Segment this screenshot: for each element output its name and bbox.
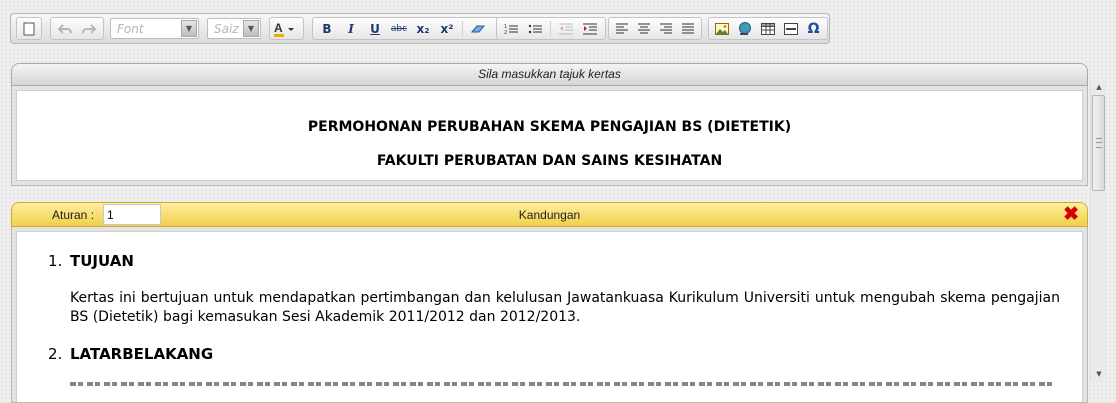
vertical-scrollbar[interactable]: ▲ ▼: [1090, 80, 1106, 381]
history-group: [50, 17, 104, 40]
svg-text:A: A: [274, 21, 283, 35]
indent-icon[interactable]: [579, 19, 601, 38]
paper-title-line-1: PERMOHONAN PERUBAHAN SKEMA PENGAJIAN BS …: [307, 119, 792, 135]
chevron-down-icon[interactable]: ▼: [181, 20, 197, 37]
subscript-button[interactable]: x₂: [412, 19, 434, 38]
eraser-icon[interactable]: [467, 19, 489, 38]
content-editor[interactable]: 1. TUJUAN Kertas ini bertujuan untuk mend…: [16, 231, 1083, 402]
scrollbar-thumb[interactable]: [1092, 95, 1105, 191]
title-section: PERMOHONAN PERUBAHAN SKEMA PENGAJIAN BS …: [11, 86, 1088, 186]
section-paragraph: Kertas ini bertujuan untuk mendapatkan p…: [70, 290, 1060, 325]
scroll-up-icon[interactable]: ▲: [1091, 80, 1107, 94]
ordered-list-icon[interactable]: 12: [500, 19, 522, 38]
strikethrough-button[interactable]: abc: [388, 19, 410, 38]
omega-icon[interactable]: Ω: [803, 19, 824, 38]
grip-icon: [1096, 138, 1102, 148]
align-right-icon[interactable]: [656, 19, 676, 38]
font-combo-placeholder: Font: [117, 21, 144, 36]
undo-icon[interactable]: [54, 19, 76, 38]
format-group: B I U abc x₂ x²: [312, 17, 502, 40]
new-doc-group: [16, 17, 42, 40]
font-size-combo[interactable]: Saiz ▼: [207, 18, 261, 39]
section-heading-text: LATARBELAKANG: [70, 345, 214, 363]
section-heading-text: TUJUAN: [70, 252, 134, 270]
toolbar-separator: [462, 21, 463, 36]
insert-group: Ω: [708, 17, 828, 40]
insert-link-icon[interactable]: [735, 19, 756, 38]
scroll-down-icon[interactable]: ▼: [1091, 367, 1107, 381]
close-x-icon[interactable]: ✖: [1063, 204, 1079, 225]
svg-text:2: 2: [504, 30, 507, 35]
title-editor[interactable]: PERMOHONAN PERUBAHAN SKEMA PENGAJIAN BS …: [16, 90, 1083, 181]
toolbar-separator: [550, 21, 551, 36]
horizontal-rule-icon[interactable]: [780, 19, 801, 38]
unordered-list-icon[interactable]: [524, 19, 546, 38]
title-section-header: Sila masukkan tajuk kertas: [11, 63, 1088, 86]
align-center-icon[interactable]: [634, 19, 654, 38]
content-section: 1. TUJUAN Kertas ini bertujuan untuk mend…: [11, 227, 1088, 403]
size-combo-placeholder: Saiz: [214, 21, 239, 36]
bold-button[interactable]: B: [316, 19, 338, 38]
redo-icon[interactable]: [78, 19, 100, 38]
chevron-down-icon[interactable]: ▼: [243, 20, 259, 37]
insert-table-icon[interactable]: [758, 19, 779, 38]
content-section-title: Kandungan: [518, 208, 581, 222]
aturan-input[interactable]: [103, 204, 161, 225]
aturan-label: Aturan :: [52, 208, 95, 222]
section-heading: 2. LATARBELAKANG: [48, 345, 213, 363]
align-group: [608, 17, 702, 40]
color-group: A: [269, 17, 304, 40]
section-number: 1.: [48, 252, 63, 270]
insert-image-icon[interactable]: [712, 19, 733, 38]
content-section-header: Aturan : Kandungan ✖: [11, 202, 1088, 227]
partial-text-line: [70, 382, 1055, 386]
align-left-icon[interactable]: [612, 19, 632, 38]
section-heading: 1. TUJUAN: [48, 252, 134, 270]
new-document-icon[interactable]: [20, 19, 38, 38]
font-color-icon[interactable]: A: [273, 19, 295, 38]
italic-button[interactable]: I: [340, 19, 362, 38]
outdent-icon[interactable]: [555, 19, 577, 38]
superscript-button[interactable]: x²: [436, 19, 458, 38]
section-number: 2.: [48, 345, 63, 363]
editor-toolbar: Font ▼ Saiz ▼ A B I U abc x₂ x² 12 Ω: [10, 13, 830, 44]
underline-button[interactable]: U: [364, 19, 386, 38]
align-justify-icon[interactable]: [678, 19, 698, 38]
font-family-combo[interactable]: Font ▼: [110, 18, 199, 39]
paper-title-line-2: FAKULTI PERUBATAN DAN SAINS KESIHATAN: [376, 153, 723, 169]
list-group: 12: [496, 17, 606, 40]
